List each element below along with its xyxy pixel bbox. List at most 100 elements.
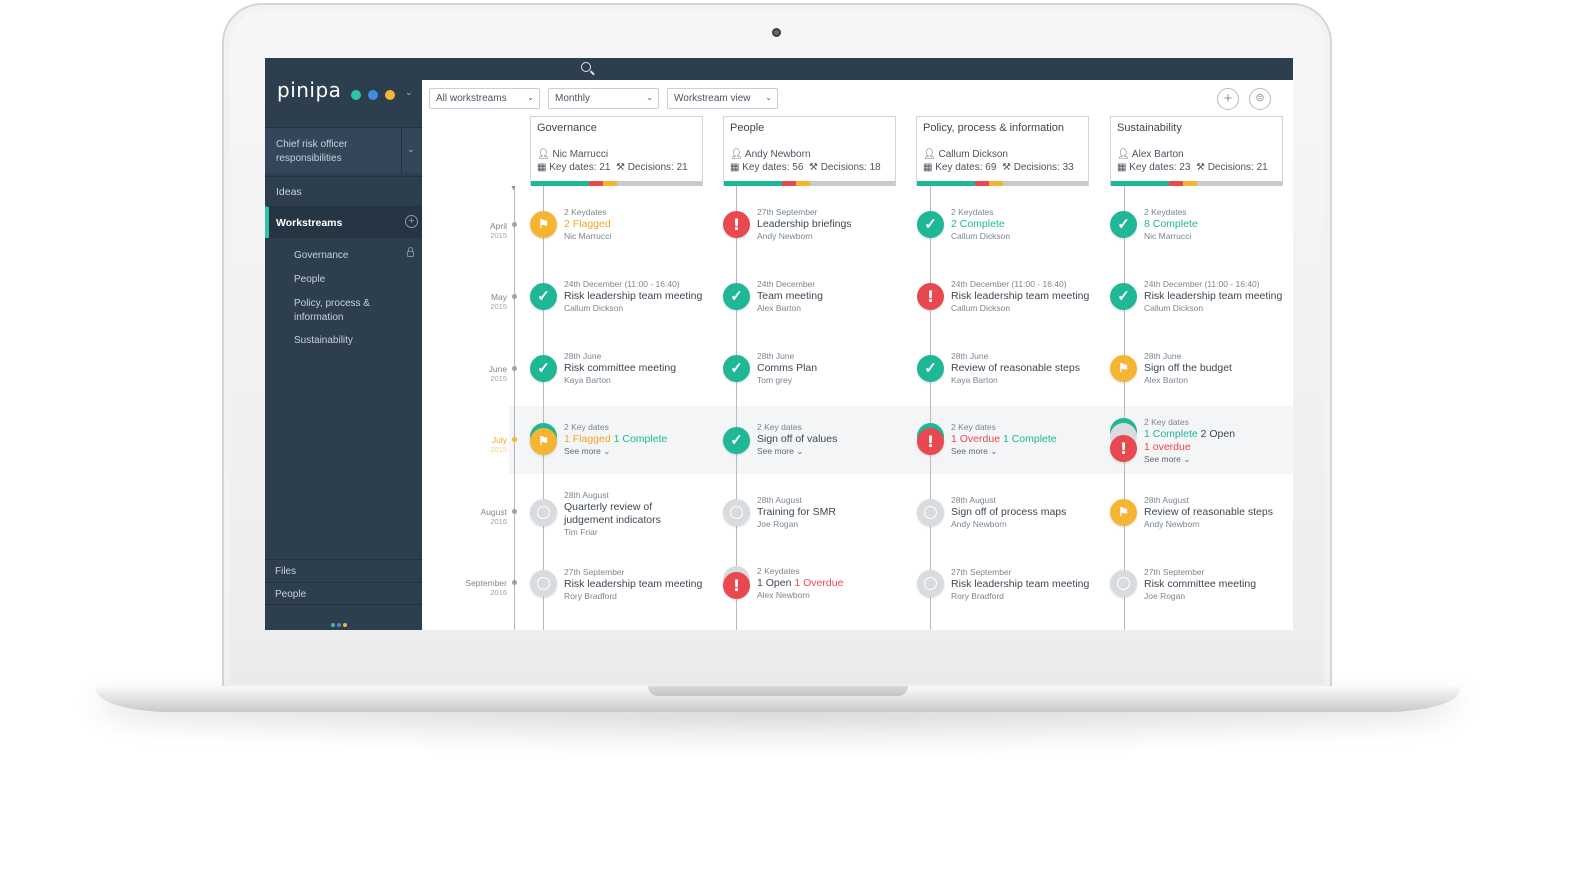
role-selector[interactable]: Chief risk officer responsibilities ⌄ (265, 127, 422, 174)
event-sustainability-june[interactable]: 28th June Sign off the budget Alex Barto… (1144, 351, 1293, 386)
see-more-link[interactable]: See more ⌄ (1144, 454, 1293, 465)
event-person: Callum Dickson (951, 303, 1011, 313)
check-icon[interactable]: ✓ (917, 355, 944, 382)
event-sustainability-may[interactable]: 24th December (11:00 - 16:40) Risk leade… (1144, 279, 1293, 314)
view-filter-select[interactable]: Workstream view ⌄ (667, 88, 778, 109)
check-icon[interactable]: ✓ (530, 283, 557, 310)
pending-icon[interactable] (917, 499, 944, 526)
sidebar-item-ideas[interactable]: Ideas (265, 176, 422, 206)
pending-icon[interactable] (530, 570, 557, 597)
event-date: 28th June (564, 351, 602, 361)
month-year: 2016 (490, 517, 507, 526)
chevron-down-icon: ⌄ (646, 93, 653, 102)
search-icon[interactable] (581, 62, 591, 72)
flag-icon[interactable]: ⚑ (1110, 499, 1137, 526)
period-filter-select[interactable]: Monthly ⌄ (548, 88, 659, 109)
month-year: 2015 (490, 302, 507, 311)
event-title: Review of reasonable steps (1144, 506, 1273, 518)
sidebar-subitem-sustainability[interactable]: Sustainability (294, 334, 404, 348)
see-more-link[interactable]: See more ⌄ (951, 446, 1101, 457)
event-title: Sign off of values (757, 433, 838, 445)
event-policy-june[interactable]: 28th June Review of reasonable steps Kay… (951, 351, 1101, 386)
workstream-stats: ▦ Key dates: 23 ⚒︎ Decisions: 21 (1117, 162, 1268, 173)
event-date: 28th August (1144, 495, 1189, 505)
event-people-july[interactable]: 2 Key dates Sign off of values See more … (757, 422, 907, 457)
flag-icon[interactable]: ⚑ (1110, 355, 1137, 382)
chevron-down-icon[interactable]: ⌄ (405, 87, 413, 98)
key-dates: Key dates: 21 (549, 162, 611, 173)
workstream-filter-select[interactable]: All workstreams ⌄ (429, 88, 540, 109)
event-policy-july[interactable]: 2 Key dates 1 Overdue 1 Complete See mor… (951, 422, 1101, 457)
alert-icon[interactable]: ! (723, 572, 750, 599)
sidebar-item-workstreams[interactable]: Workstreams + (265, 206, 422, 238)
event-policy-april[interactable]: 2 Keydates 2 Complete Callum Dickson (951, 207, 1101, 242)
chevron-down-icon[interactable]: ⌄ (407, 144, 415, 155)
pending-icon[interactable] (917, 570, 944, 597)
check-icon[interactable]: ✓ (1110, 283, 1137, 310)
event-governance-june[interactable]: 28th June Risk committee meeting Kaya Ba… (564, 351, 714, 386)
sidebar-item-people[interactable]: People (265, 582, 422, 605)
see-more-link[interactable]: See more ⌄ (564, 446, 714, 457)
chevron-down-icon: ⌄ (527, 93, 534, 102)
alert-icon[interactable]: ! (917, 283, 944, 310)
event-sustainability-september[interactable]: 27th September Risk committee meeting Jo… (1144, 567, 1293, 602)
check-icon[interactable]: ✓ (723, 283, 750, 310)
event-people-april[interactable]: 27th September Leadership briefings Andy… (757, 207, 907, 242)
month-label: August 2016 (445, 507, 507, 527)
sidebar-item-files[interactable]: Files (265, 559, 422, 582)
event-policy-may[interactable]: 24th December (11:00 - 16:40) Risk leade… (951, 279, 1101, 314)
event-policy-august[interactable]: 28th August Sign off of process maps And… (951, 495, 1101, 530)
check-icon[interactable]: ✓ (723, 427, 750, 454)
event-people-june[interactable]: 28th June Comms Plan Tom grey (757, 351, 907, 386)
pending-icon[interactable] (723, 499, 750, 526)
workstream-card-governance[interactable]: Governance 👤︎ Nic Marrucci ▦ Key dates: … (530, 116, 703, 186)
event-title: 8 Complete (1144, 218, 1198, 230)
sustainability-line (1124, 186, 1125, 630)
pending-icon[interactable] (1110, 570, 1137, 597)
event-people-august[interactable]: 28th August Training for SMR Joe Rogan (757, 495, 907, 530)
event-date: 24th December (757, 279, 816, 289)
event-governance-april[interactable]: 2 Keydates 2 Flagged Nic Marrucci (564, 207, 714, 242)
event-people-may[interactable]: 24th December Team meeting Alex Barton (757, 279, 907, 314)
camera (772, 28, 781, 37)
event-title: Risk leadership team meeting (951, 578, 1090, 590)
event-governance-august[interactable]: 28th August Quarterly review of judgemen… (564, 490, 704, 538)
check-icon[interactable]: ✓ (530, 355, 557, 382)
pending-icon[interactable] (530, 499, 557, 526)
workstream-card-policy[interactable]: Policy, process & information 👤︎ Callum … (916, 116, 1089, 186)
event-sustainability-august[interactable]: 28th August Review of reasonable steps A… (1144, 495, 1293, 530)
month-year: 2015 (490, 445, 507, 454)
event-sustainability-april[interactable]: 2 Keydates 8 Complete Nic Marrucci (1144, 207, 1293, 242)
add-workstream-icon[interactable]: + (405, 215, 418, 228)
flag-icon[interactable]: ⚑ (530, 211, 557, 238)
see-more-link[interactable]: See more ⌄ (757, 446, 907, 457)
sidebar-subitem-governance[interactable]: Governance (294, 249, 404, 263)
check-icon[interactable]: ✓ (917, 211, 944, 238)
settings-button[interactable]: ⊜ (1249, 88, 1271, 110)
logo-row[interactable]: pinipa ⌄ (265, 58, 422, 124)
event-governance-may[interactable]: 24th December (11:00 - 16:40) Risk leade… (564, 279, 714, 314)
event-date: 27th September (564, 567, 625, 577)
event-people-september[interactable]: 2 Keydates 1 Open 1 Overdue Alex Newborn (757, 566, 907, 601)
workstream-card-people[interactable]: People 👤︎ Andy Newborn ▦ Key dates: 56 ⚒… (723, 116, 896, 186)
alert-icon[interactable]: ! (917, 428, 944, 455)
month-name: April (489, 221, 507, 231)
workstream-card-sustainability[interactable]: Sustainability 👤︎ Alex Barton ▦ Key date… (1110, 116, 1283, 186)
key-dates: Key dates: 69 (935, 162, 997, 173)
status-bar (917, 181, 1088, 186)
flag-icon[interactable]: ⚑ (530, 428, 557, 455)
event-governance-july[interactable]: 2 Key dates 1 Flagged 1 Complete See mor… (564, 422, 714, 457)
event-person: Callum Dickson (564, 303, 624, 313)
alert-icon[interactable]: ! (1110, 435, 1137, 462)
add-button[interactable]: + (1217, 88, 1239, 110)
sidebar-subitem-people[interactable]: People (294, 273, 404, 287)
sidebar-subitem-policy[interactable]: Policy, process & information (294, 297, 394, 325)
event-sustainability-july[interactable]: 2 Key dates 1 Complete 2 Open 1 overdue … (1144, 417, 1293, 465)
alert-icon[interactable]: ! (723, 211, 750, 238)
check-icon[interactable]: ✓ (1110, 211, 1137, 238)
event-governance-september[interactable]: 27th September Risk leadership team meet… (564, 567, 714, 602)
status-bar (531, 181, 702, 186)
decisions: Decisions: 18 (820, 162, 881, 173)
event-policy-september[interactable]: 27th September Risk leadership team meet… (951, 567, 1101, 602)
check-icon[interactable]: ✓ (723, 355, 750, 382)
